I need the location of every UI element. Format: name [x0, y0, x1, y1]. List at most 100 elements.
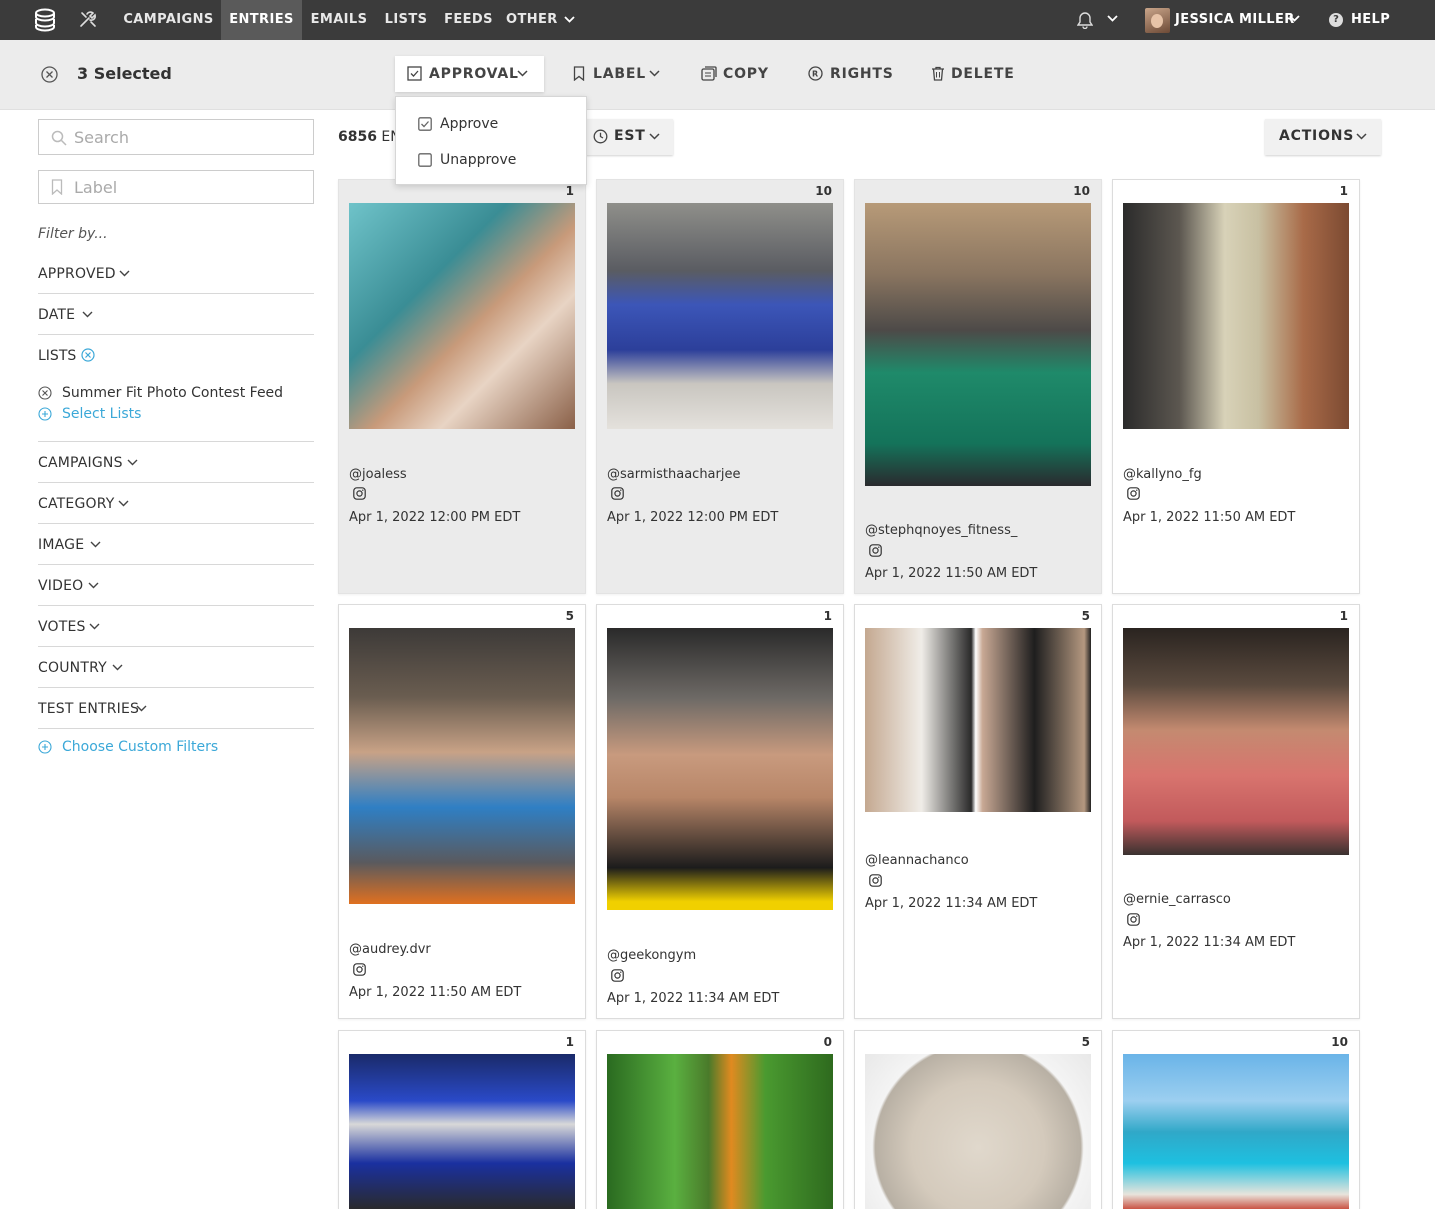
vote-count: 1 [1339, 184, 1348, 198]
label-input[interactable] [74, 176, 304, 198]
filter-lists-label: LISTS [38, 348, 77, 364]
nav-other-label: OTHER [506, 12, 558, 27]
nav-other[interactable]: OTHER [506, 0, 586, 40]
checkbox-empty-icon [418, 153, 432, 167]
filter-video-label: VIDEO [38, 578, 84, 594]
nav-emails[interactable]: EMAILS [304, 0, 374, 40]
chevron-down-icon [89, 623, 100, 630]
help-icon[interactable]: ? [1329, 13, 1343, 27]
vote-count: 10 [1331, 1035, 1348, 1049]
filter-country[interactable]: COUNTRY [38, 647, 314, 688]
user-menu-chevron-icon[interactable] [1289, 15, 1300, 23]
search-field[interactable] [38, 119, 314, 155]
entry-card[interactable]: 1 @geekongym Apr 1, 2022 11:34 AM EDT [596, 604, 844, 1019]
entry-card[interactable]: 1 @kallyno_fg Apr 1, 2022 11:50 AM EDT [1112, 179, 1360, 594]
entry-card[interactable]: 10 [1112, 1030, 1360, 1209]
entry-handle[interactable]: @audrey.dvr [349, 942, 431, 957]
entry-card[interactable]: 5 @leannachanco Apr 1, 2022 11:34 AM EDT [854, 604, 1102, 1019]
svg-text:R: R [812, 70, 819, 79]
filter-video[interactable]: VIDEO [38, 565, 314, 606]
entry-handle[interactable]: @stephqnoyes_fitness_ [865, 523, 1017, 538]
entry-photo[interactable] [865, 1054, 1091, 1209]
entry-handle[interactable]: @sarmisthaacharjee [607, 467, 740, 482]
entry-handle[interactable]: @joaless [349, 467, 407, 482]
remove-list-icon[interactable] [38, 386, 52, 400]
unapprove-label: Unapprove [440, 152, 517, 168]
entry-card[interactable]: 5 @audrey.dvr Apr 1, 2022 11:50 AM EDT [338, 604, 586, 1019]
entry-photo[interactable] [349, 203, 575, 429]
entry-card[interactable]: 1 [338, 1030, 586, 1209]
nav-entries[interactable]: ENTRIES [221, 0, 302, 40]
avatar[interactable] [1145, 8, 1170, 33]
notifications-chevron-icon[interactable] [1107, 15, 1118, 23]
entry-photo[interactable] [349, 628, 575, 904]
bell-icon[interactable] [1077, 11, 1093, 29]
approval-button[interactable]: APPROVAL [395, 56, 544, 92]
delete-button[interactable]: DELETE [931, 56, 1015, 92]
instagram-icon [611, 969, 624, 982]
filter-votes[interactable]: VOTES [38, 606, 314, 647]
entry-photo[interactable] [1123, 203, 1349, 429]
filter-image-label: IMAGE [38, 537, 85, 553]
nav-campaigns[interactable]: CAMPAIGNS [117, 0, 220, 40]
filter-campaigns[interactable]: CAMPAIGNS [38, 442, 314, 483]
entry-card[interactable]: 10 @sarmisthaacharjee Apr 1, 2022 12:00 … [596, 179, 844, 594]
label-field[interactable] [38, 170, 314, 204]
rights-label: RIGHTS [830, 66, 894, 82]
clear-lists-icon[interactable] [81, 348, 95, 362]
filter-date[interactable]: DATE [38, 294, 314, 335]
entry-handle[interactable]: @kallyno_fg [1123, 467, 1202, 482]
filter-approved[interactable]: APPROVED [38, 253, 314, 294]
chevron-down-icon [649, 70, 660, 77]
tools-icon[interactable] [78, 9, 98, 29]
filter-image[interactable]: IMAGE [38, 524, 314, 565]
actions-button[interactable]: ACTIONS [1265, 119, 1381, 155]
filter-category-label: CATEGORY [38, 496, 115, 512]
entry-card[interactable]: 1 @ernie_carrasco Apr 1, 2022 11:34 AM E… [1112, 604, 1360, 1019]
clear-selection-icon[interactable] [41, 66, 58, 83]
entry-photo[interactable] [1123, 628, 1349, 855]
selected-count: 3 Selected [77, 64, 172, 83]
entry-photo[interactable] [607, 203, 833, 429]
copy-button[interactable]: COPY [701, 56, 771, 92]
nav-lists[interactable]: LISTS [379, 0, 433, 40]
entry-photo[interactable] [349, 1054, 575, 1209]
nav-feeds[interactable]: FEEDS [441, 0, 496, 40]
filter-test-entries[interactable]: TEST ENTRIES [38, 688, 314, 729]
help-link[interactable]: HELP [1351, 0, 1390, 40]
entry-photo[interactable] [1123, 1054, 1349, 1209]
entry-photo[interactable] [865, 203, 1091, 486]
entry-handle[interactable]: @ernie_carrasco [1123, 892, 1231, 907]
stack-logo-icon[interactable] [34, 8, 56, 32]
entries-count-number: 6856 [338, 129, 377, 145]
entry-handle[interactable]: @geekongym [607, 948, 696, 963]
clock-icon [593, 129, 608, 144]
entry-handle[interactable]: @leannachanco [865, 853, 969, 868]
entry-date: Apr 1, 2022 11:50 AM EDT [349, 985, 522, 1000]
user-name[interactable]: JESSICA MILLER [1175, 0, 1295, 40]
filter-date-label: DATE [38, 307, 76, 323]
entry-photo[interactable] [607, 1054, 833, 1209]
label-button[interactable]: LABEL [571, 56, 661, 92]
delete-label: DELETE [951, 66, 1015, 82]
entry-card[interactable]: 10 @stephqnoyes_fitness_ Apr 1, 2022 11:… [854, 179, 1102, 594]
search-icon [51, 130, 67, 146]
instagram-icon [869, 544, 882, 557]
entry-card[interactable]: 0 [596, 1030, 844, 1209]
filter-category[interactable]: CATEGORY [38, 483, 314, 524]
filter-votes-label: VOTES [38, 619, 86, 635]
filter-country-label: COUNTRY [38, 660, 107, 676]
selected-list-name: Summer Fit Photo Contest Feed [62, 385, 284, 401]
sort-timezone-button[interactable]: EST [585, 119, 673, 155]
choose-custom-filters-label: Choose Custom Filters [62, 739, 219, 755]
copy-icon [701, 66, 717, 81]
entry-card[interactable]: 5 [854, 1030, 1102, 1209]
entry-photo[interactable] [607, 628, 833, 910]
entry-photo[interactable] [865, 628, 1091, 812]
rights-button[interactable]: R RIGHTS [808, 56, 893, 92]
entry-card[interactable]: 1 @joaless Apr 1, 2022 12:00 PM EDT [338, 179, 586, 594]
actions-label: ACTIONS [1279, 128, 1355, 144]
search-input[interactable] [74, 126, 304, 148]
approval-dropdown-menu: Approve Unapprove [395, 96, 587, 185]
entry-date: Apr 1, 2022 11:50 AM EDT [865, 566, 1038, 581]
